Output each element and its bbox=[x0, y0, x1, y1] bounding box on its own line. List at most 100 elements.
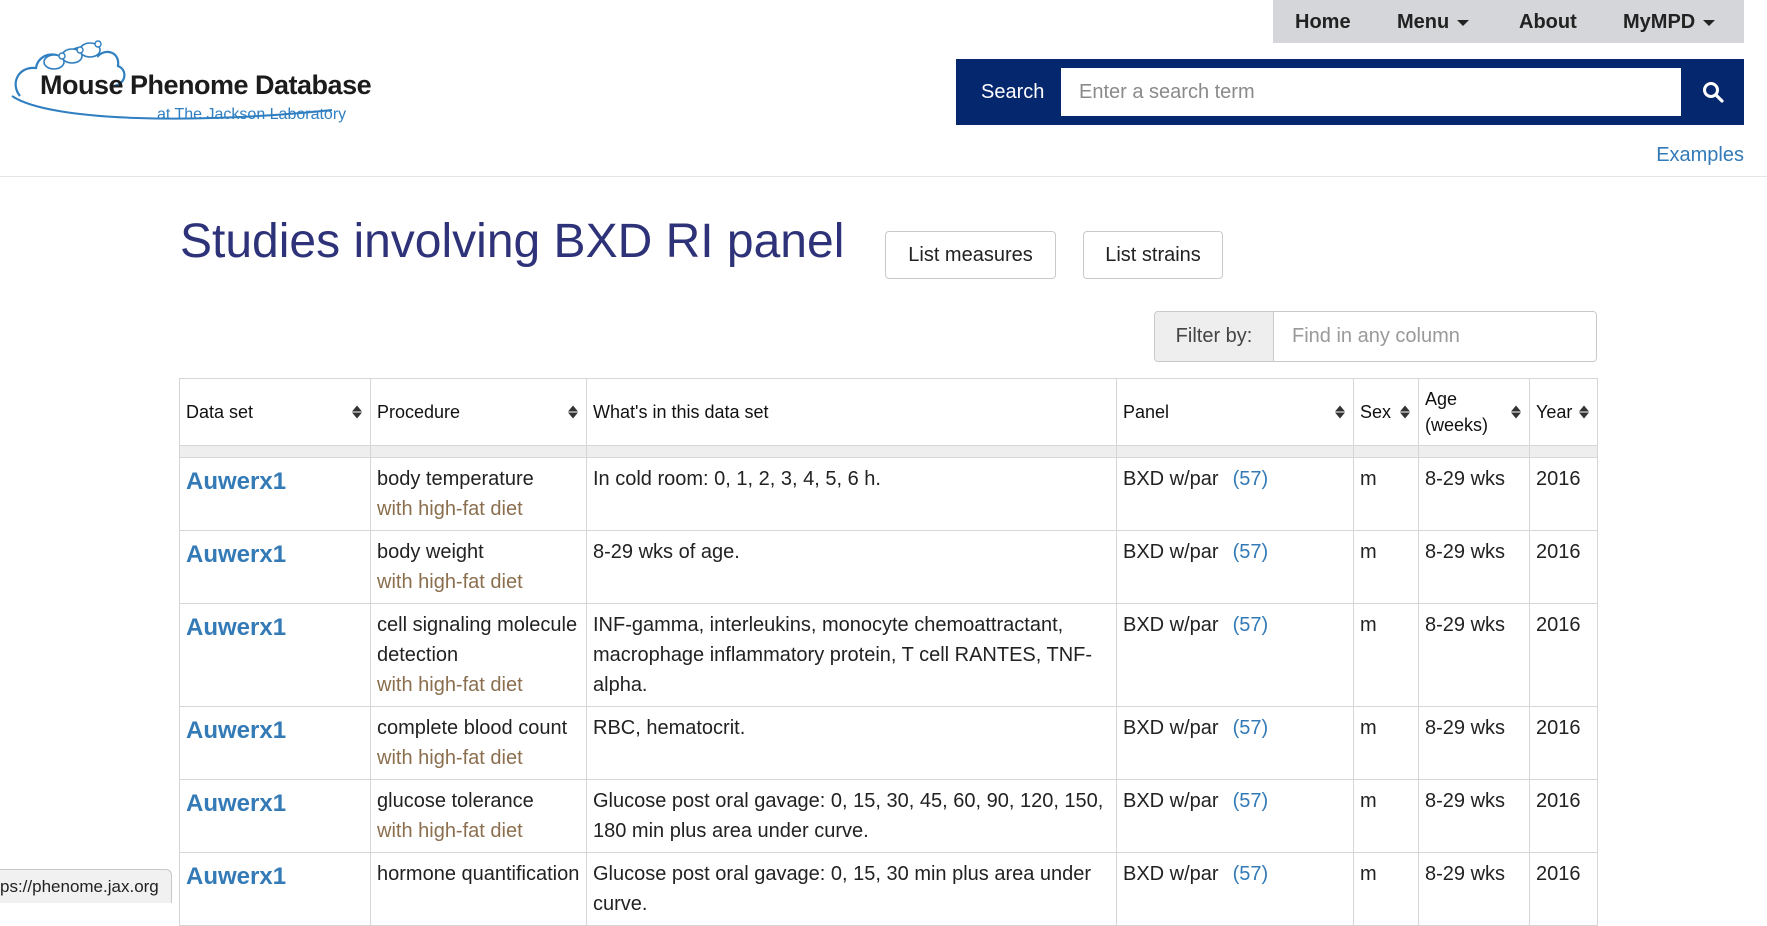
cell-year: 2016 bbox=[1529, 852, 1598, 926]
dataset-link[interactable]: Auwerx1 bbox=[186, 540, 286, 570]
browser-status-bar: ps://phenome.jax.org bbox=[0, 869, 172, 903]
table-row: Auwerx1 glucose tolerance with high-fat di… bbox=[179, 779, 1598, 853]
procedure-name: body temperature bbox=[377, 468, 534, 490]
cell-year: 2016 bbox=[1529, 530, 1598, 604]
cell-procedure: glucose tolerance with high-fat diet bbox=[370, 779, 587, 853]
sort-icon[interactable] bbox=[1400, 405, 1410, 419]
panel-count-link[interactable]: (57) bbox=[1233, 717, 1269, 739]
table-row: Auwerx1 body weight with high-fat diet 8-29… bbox=[179, 530, 1598, 604]
column-header-sex[interactable]: Sex bbox=[1353, 378, 1419, 446]
cell-dataset: Auwerx1 bbox=[179, 779, 371, 853]
chevron-down-icon bbox=[1703, 19, 1716, 26]
search-input[interactable] bbox=[1061, 68, 1681, 116]
list-measures-button[interactable]: List measures bbox=[885, 231, 1056, 279]
cell-year: 2016 bbox=[1529, 779, 1598, 853]
panel-count-link[interactable]: (57) bbox=[1233, 614, 1269, 636]
procedure-name: body weight bbox=[377, 541, 484, 563]
sort-icon[interactable] bbox=[568, 405, 578, 419]
list-strains-button[interactable]: List strains bbox=[1083, 231, 1223, 279]
cell-dataset: Auwerx1 bbox=[179, 530, 371, 604]
procedure-name: glucose tolerance bbox=[377, 790, 534, 812]
dataset-link[interactable]: Auwerx1 bbox=[186, 789, 286, 819]
cell-panel: BXD w/par (57) bbox=[1116, 530, 1354, 604]
header-divider bbox=[0, 176, 1767, 177]
panel-name: BXD w/par bbox=[1123, 717, 1219, 739]
cell-age: 8-29 wks bbox=[1418, 457, 1530, 531]
column-header-description: What's in this data set bbox=[586, 378, 1117, 446]
cell-procedure: complete blood count with high-fat diet bbox=[370, 706, 587, 780]
cell-dataset: Auwerx1 bbox=[179, 603, 371, 707]
search-button[interactable] bbox=[1684, 68, 1742, 116]
nav-home[interactable]: Home bbox=[1295, 11, 1351, 34]
sort-icon[interactable] bbox=[1511, 405, 1521, 419]
panel-name: BXD w/par bbox=[1123, 790, 1219, 812]
sort-icon[interactable] bbox=[1579, 405, 1589, 419]
cell-description: 8-29 wks of age. bbox=[586, 530, 1117, 604]
dataset-link[interactable]: Auwerx1 bbox=[186, 613, 286, 643]
search-label: Search bbox=[981, 81, 1045, 103]
panel-name: BXD w/par bbox=[1123, 541, 1219, 563]
cell-description: Glucose post oral gavage: 0, 15, 30 min … bbox=[586, 852, 1117, 926]
procedure-diet: with high-fat diet bbox=[377, 571, 523, 593]
search-icon bbox=[1703, 82, 1724, 103]
panel-name: BXD w/par bbox=[1123, 468, 1219, 490]
panel-count-link[interactable]: (57) bbox=[1233, 790, 1269, 812]
cell-age: 8-29 wks bbox=[1418, 706, 1530, 780]
table-row: Auwerx1 cell signaling molecule detection… bbox=[179, 603, 1598, 707]
nav-mympd[interactable]: MyMPD bbox=[1623, 11, 1716, 34]
mpd-logo[interactable]: Mouse Phenome Database at The Jackson La… bbox=[10, 26, 372, 126]
sort-icon[interactable] bbox=[1335, 405, 1345, 419]
procedure-name: hormone quantification bbox=[377, 863, 580, 885]
chevron-down-icon bbox=[1457, 19, 1470, 26]
cell-dataset: Auwerx1 bbox=[179, 457, 371, 531]
cell-panel: BXD w/par (57) bbox=[1116, 779, 1354, 853]
nav-mympd-label: MyMPD bbox=[1623, 11, 1696, 33]
page-title: Studies involving BXD RI panel bbox=[180, 215, 845, 268]
table-header-row: Data set Procedure What's in this data s… bbox=[179, 378, 1598, 446]
column-header-procedure[interactable]: Procedure bbox=[370, 378, 587, 446]
cell-procedure: body temperature with high-fat diet bbox=[370, 457, 587, 531]
sort-icon[interactable] bbox=[352, 405, 362, 419]
filter-input[interactable] bbox=[1274, 312, 1596, 361]
table-row: Auwerx1 hormone quantification Glucose pos… bbox=[179, 852, 1598, 926]
cell-year: 2016 bbox=[1529, 457, 1598, 531]
examples-link[interactable]: Examples bbox=[1656, 144, 1744, 167]
nav-menu[interactable]: Menu bbox=[1397, 11, 1470, 34]
procedure-diet: with high-fat diet bbox=[377, 747, 523, 769]
search-bar: Search bbox=[956, 59, 1744, 125]
top-navigation: Home Menu About MyMPD bbox=[1273, 0, 1744, 43]
column-header-year[interactable]: Year bbox=[1529, 378, 1598, 446]
filter-label: Filter by: bbox=[1155, 312, 1274, 361]
nav-about[interactable]: About bbox=[1519, 11, 1577, 34]
panel-name: BXD w/par bbox=[1123, 614, 1219, 636]
procedure-name: complete blood count bbox=[377, 717, 568, 739]
studies-table: Data set Procedure What's in this data s… bbox=[179, 378, 1598, 926]
column-header-dataset[interactable]: Data set bbox=[179, 378, 371, 446]
cell-panel: BXD w/par (57) bbox=[1116, 603, 1354, 707]
dataset-link[interactable]: Auwerx1 bbox=[186, 862, 286, 892]
dataset-link[interactable]: Auwerx1 bbox=[186, 716, 286, 746]
nav-menu-label: Menu bbox=[1397, 11, 1450, 33]
cell-age: 8-29 wks bbox=[1418, 779, 1530, 853]
panel-count-link[interactable]: (57) bbox=[1233, 468, 1269, 490]
cell-procedure: body weight with high-fat diet bbox=[370, 530, 587, 604]
cell-dataset: Auwerx1 bbox=[179, 852, 371, 926]
table-row: Auwerx1 body temperature with high-fat die… bbox=[179, 457, 1598, 531]
cell-year: 2016 bbox=[1529, 706, 1598, 780]
cell-age: 8-29 wks bbox=[1418, 852, 1530, 926]
cell-sex: m bbox=[1353, 457, 1419, 531]
column-header-age[interactable]: Age (weeks) bbox=[1418, 378, 1530, 446]
cell-sex: m bbox=[1353, 779, 1419, 853]
panel-count-link[interactable]: (57) bbox=[1233, 863, 1269, 885]
cell-sex: m bbox=[1353, 603, 1419, 707]
panel-name: BXD w/par bbox=[1123, 863, 1219, 885]
cell-dataset: Auwerx1 bbox=[179, 706, 371, 780]
cell-description: INF-gamma, interleukins, monocyte chemoa… bbox=[586, 603, 1117, 707]
column-header-panel[interactable]: Panel bbox=[1116, 378, 1354, 446]
cell-description: Glucose post oral gavage: 0, 15, 30, 45,… bbox=[586, 779, 1117, 853]
procedure-diet: with high-fat diet bbox=[377, 820, 523, 842]
cell-sex: m bbox=[1353, 852, 1419, 926]
panel-count-link[interactable]: (57) bbox=[1233, 541, 1269, 563]
cell-description: In cold room: 0, 1, 2, 3, 4, 5, 6 h. bbox=[586, 457, 1117, 531]
dataset-link[interactable]: Auwerx1 bbox=[186, 467, 286, 497]
